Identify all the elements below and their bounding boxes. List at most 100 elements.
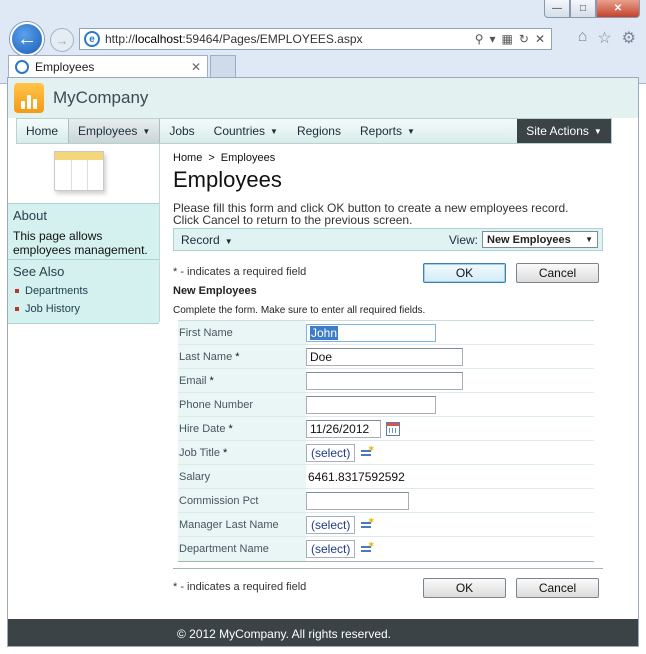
department-lookup[interactable]: (select)	[306, 540, 356, 558]
field-label: First Name	[178, 321, 306, 344]
field-value: (select) ✶	[306, 515, 594, 534]
new-item-lookup-icon[interactable]: ✶	[361, 540, 375, 555]
page-description: Please fill this form and click OK butto…	[173, 202, 605, 226]
label-text: Last Name	[179, 350, 233, 363]
label-text: Phone Number	[179, 398, 253, 411]
record-label: Record	[181, 232, 220, 247]
about-text: This page allows employees management.	[13, 229, 148, 257]
refresh-icon[interactable]: ↻	[519, 32, 529, 46]
required-star: *	[235, 350, 240, 363]
salary-input[interactable]: 6461.8317592592	[306, 467, 409, 486]
job-title-lookup[interactable]: (select)	[306, 443, 356, 462]
back-button[interactable]: ←	[10, 22, 44, 56]
compat-view-icon[interactable]: ▦	[502, 32, 513, 46]
maximize-button[interactable]: □	[570, 0, 596, 18]
label-text: Manager Last Name	[179, 518, 279, 531]
settings-gear-icon[interactable]: ⚙	[622, 28, 636, 48]
lookup-value: (select)	[311, 517, 351, 532]
field-row-manager: Manager Last Name (select) ✶	[178, 513, 594, 537]
description-line: Click Cancel to return to the previous s…	[173, 213, 413, 227]
field-value: (select) ✶	[306, 540, 594, 558]
favorites-star-icon[interactable]: ☆	[597, 28, 611, 48]
field-row-first-name: First Name John	[178, 321, 594, 345]
nav-home[interactable]: Home	[17, 119, 68, 143]
field-label: Salary	[178, 465, 306, 488]
label-text: Commission Pct	[179, 494, 259, 507]
breadcrumb-current: Employees	[220, 152, 276, 164]
field-label: Department Name	[178, 537, 306, 561]
nav-jobs[interactable]: Jobs	[160, 119, 204, 143]
input-value: Doe	[310, 349, 333, 364]
hire-date-input[interactable]: 11/26/2012	[306, 419, 381, 438]
caret-down-icon: ▼	[224, 236, 233, 246]
nav-label: Home	[26, 124, 59, 138]
first-name-input[interactable]: John	[306, 323, 436, 342]
ok-button[interactable]: OK	[423, 263, 506, 283]
email-input[interactable]	[306, 371, 463, 390]
tab-close-icon[interactable]: ✕	[191, 60, 201, 74]
address-bar[interactable]: e http://localhost:59464/Pages/EMPLOYEES…	[79, 28, 552, 50]
field-label: Manager Last Name	[178, 513, 306, 536]
see-also-panel: See Also Departments Job History	[8, 260, 159, 324]
nav-regions[interactable]: Regions	[288, 119, 351, 143]
arrow-left-icon: ←	[17, 27, 37, 50]
phone-input[interactable]	[306, 395, 436, 414]
field-value	[306, 371, 594, 390]
field-label: Commission Pct	[178, 489, 306, 512]
browser-tab[interactable]: Employees ✕	[8, 55, 208, 78]
sidebar-divider	[159, 144, 160, 322]
caret-down-icon: ▼	[593, 126, 602, 136]
last-name-input[interactable]: Doe	[306, 347, 463, 366]
minimize-button[interactable]: —	[544, 0, 570, 18]
caret-down-icon: ▼	[142, 126, 151, 136]
field-row-department: Department Name (select) ✶	[178, 537, 594, 561]
dropdown-icon[interactable]: ▾	[490, 32, 496, 46]
required-star: *	[209, 374, 214, 387]
link-departments[interactable]: Departments	[15, 285, 154, 297]
input-value: 11/26/2012	[310, 421, 370, 436]
new-item-lookup-icon[interactable]: ✶	[361, 516, 375, 531]
caret-down-icon: ▼	[585, 235, 593, 244]
breadcrumb-home[interactable]: Home	[173, 152, 202, 164]
close-window-button[interactable]: ✕	[596, 0, 640, 18]
calendar-icon[interactable]	[386, 421, 400, 436]
commission-input[interactable]	[306, 491, 409, 510]
view-toolbar: Record ▼ View: New Employees ▼	[173, 228, 603, 251]
nav-employees[interactable]: Employees ▼	[68, 119, 161, 143]
main-menu: Home Employees ▼ Jobs Countries ▼ Regions …	[16, 118, 612, 144]
form-hint: Complete the form. Make sure to enter al…	[173, 305, 426, 316]
field-row-email: Email *	[178, 369, 594, 393]
new-tab-button[interactable]	[210, 55, 236, 78]
forward-button[interactable]: →	[50, 28, 74, 52]
home-icon[interactable]: ⌂	[578, 28, 588, 48]
caret-down-icon: ▼	[270, 126, 278, 136]
url-text[interactable]: http://localhost:59464/Pages/EMPLOYEES.a…	[105, 32, 475, 46]
field-value	[306, 491, 594, 510]
label-text: First Name	[179, 326, 233, 339]
new-item-lookup-icon[interactable]: ✶	[361, 444, 375, 459]
nav-label: Reports	[359, 124, 403, 138]
stop-icon[interactable]: ✕	[535, 32, 545, 46]
label-text: Department Name	[179, 543, 269, 555]
view-selector[interactable]: New Employees ▼	[482, 231, 598, 248]
field-row-hire-date: Hire Date * 11/26/2012	[178, 417, 594, 441]
main-content: Home > Employees Employees Please fill thi…	[173, 152, 605, 226]
link-job-history[interactable]: Job History	[15, 303, 154, 315]
field-row-job-title: Job Title * (select) ✶	[178, 441, 594, 465]
required-field-note: * - indicates a required field	[173, 266, 307, 278]
search-icon[interactable]: ⚲	[475, 32, 484, 46]
cancel-button[interactable]: Cancel	[516, 263, 599, 283]
record-menu[interactable]: Record ▼	[181, 233, 233, 247]
site-actions-menu[interactable]: Site Actions ▼	[517, 119, 611, 143]
cancel-button-bottom[interactable]: Cancel	[516, 578, 599, 598]
site-header: MyCompany	[8, 78, 638, 118]
field-row-commission: Commission Pct	[178, 489, 594, 513]
nav-reports[interactable]: Reports ▼	[351, 119, 425, 143]
required-field-note-bottom: * - indicates a required field	[173, 581, 307, 593]
nav-label: Jobs	[169, 124, 195, 138]
nav-label: Regions	[296, 124, 341, 138]
nav-countries[interactable]: Countries ▼	[205, 119, 288, 143]
manager-lookup[interactable]: (select)	[306, 515, 356, 534]
field-value: (select) ✶	[306, 443, 594, 462]
ok-button-bottom[interactable]: OK	[423, 578, 506, 598]
